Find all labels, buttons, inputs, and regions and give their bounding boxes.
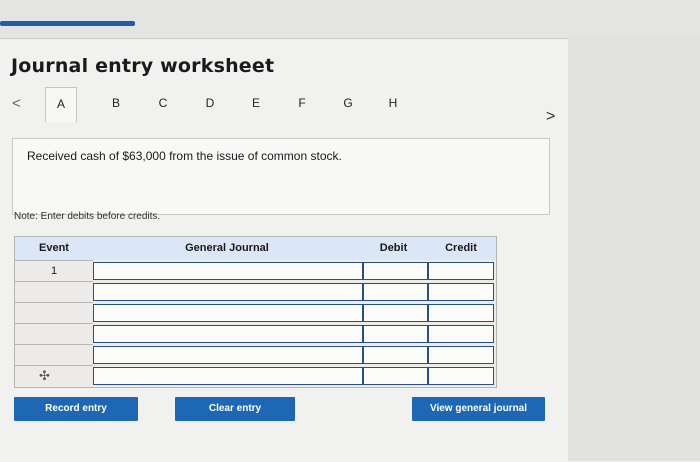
journal-table: Event General Journal Debit Credit 1 ✣ bbox=[14, 236, 497, 388]
view-general-journal-button[interactable]: View general journal bbox=[412, 397, 545, 421]
transaction-description-box: Received cash of $63,000 from the issue … bbox=[12, 138, 550, 215]
event-cell: 1 bbox=[15, 260, 93, 281]
record-entry-button[interactable]: Record entry bbox=[14, 397, 138, 421]
clear-entry-button[interactable]: Clear entry bbox=[175, 397, 295, 421]
debit-input[interactable] bbox=[363, 304, 428, 322]
tab-c[interactable]: C bbox=[148, 87, 178, 119]
tab-d[interactable]: D bbox=[195, 87, 225, 119]
account-input[interactable] bbox=[93, 304, 363, 322]
tab-f[interactable]: F bbox=[287, 87, 317, 119]
account-input[interactable] bbox=[93, 346, 363, 364]
credit-input[interactable] bbox=[428, 325, 494, 343]
account-input[interactable] bbox=[93, 367, 363, 385]
credit-input[interactable] bbox=[428, 262, 494, 280]
tab-g[interactable]: G bbox=[333, 87, 363, 119]
credit-input[interactable] bbox=[428, 283, 494, 301]
debit-input[interactable] bbox=[363, 283, 428, 301]
header-event: Event bbox=[15, 237, 94, 260]
tab-e[interactable]: E bbox=[241, 87, 271, 119]
event-cell bbox=[15, 323, 93, 344]
chevron-left-icon[interactable]: < bbox=[12, 95, 21, 112]
plus-icon[interactable]: ✣ bbox=[39, 368, 50, 384]
credit-input[interactable] bbox=[428, 346, 494, 364]
header-debit: Debit bbox=[361, 237, 427, 260]
transaction-description: Received cash of $63,000 from the issue … bbox=[27, 149, 342, 163]
progress-bar bbox=[0, 21, 135, 26]
page-title: Journal entry worksheet bbox=[11, 55, 275, 77]
event-cell bbox=[15, 281, 93, 302]
chevron-right-icon[interactable]: > bbox=[546, 108, 555, 126]
tab-h[interactable]: H bbox=[378, 87, 408, 119]
debit-input[interactable] bbox=[363, 367, 428, 385]
event-cell bbox=[15, 302, 93, 323]
debit-input[interactable] bbox=[363, 262, 428, 280]
header-credit: Credit bbox=[426, 237, 496, 260]
account-input[interactable] bbox=[93, 283, 363, 301]
account-input[interactable] bbox=[93, 325, 363, 343]
event-cell bbox=[15, 365, 93, 386]
event-cell bbox=[15, 344, 93, 365]
tab-b[interactable]: B bbox=[101, 87, 131, 119]
header-general-journal: General Journal bbox=[93, 237, 362, 260]
tab-a[interactable]: A bbox=[45, 87, 77, 122]
credit-input[interactable] bbox=[428, 304, 494, 322]
debit-input[interactable] bbox=[363, 325, 428, 343]
account-input[interactable] bbox=[93, 262, 363, 280]
panel-side bbox=[568, 38, 700, 461]
credit-input[interactable] bbox=[428, 367, 494, 385]
debit-input[interactable] bbox=[363, 346, 428, 364]
note-text: Note: Enter debits before credits. bbox=[14, 211, 161, 222]
